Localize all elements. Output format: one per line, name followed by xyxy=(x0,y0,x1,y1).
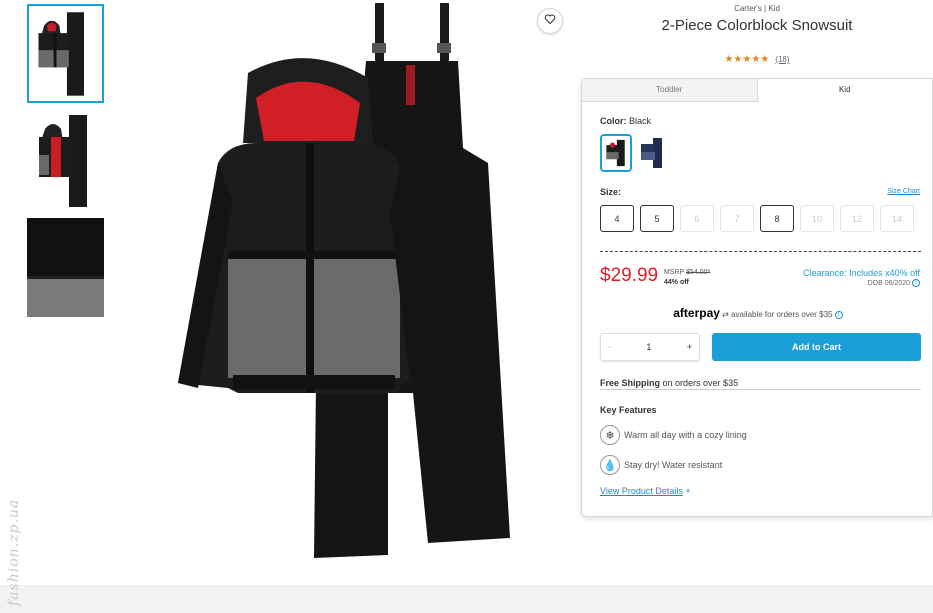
color-swatch-navy[interactable] xyxy=(636,134,668,172)
review-count-link[interactable]: (18) xyxy=(775,55,789,64)
size-option-8[interactable]: 8 xyxy=(760,205,794,232)
watermark: fashion.zp.ua xyxy=(6,498,22,606)
quantity-stepper[interactable]: - 1 + xyxy=(600,333,700,361)
key-features-title: Key Features xyxy=(600,405,657,415)
size-chart-link[interactable]: Size Chart xyxy=(887,188,920,195)
thumbnail-front[interactable] xyxy=(27,4,104,103)
feature-text: Stay dry! Water resistant xyxy=(624,460,723,470)
quantity-increase-button[interactable]: + xyxy=(687,342,692,352)
thumbnail-detail[interactable] xyxy=(27,218,104,317)
page-footer-strip xyxy=(0,585,933,613)
add-to-cart-button[interactable]: Add to Cart xyxy=(712,333,921,361)
info-icon[interactable]: i xyxy=(912,279,920,287)
quantity-value[interactable]: 1 xyxy=(646,342,651,352)
shipping-rest: on orders over $35 xyxy=(662,378,739,388)
thumbnail-list xyxy=(27,4,104,325)
size-option-5[interactable]: 5 xyxy=(640,205,674,232)
feature-item: ❄ Warm all day with a cozy lining xyxy=(600,425,747,445)
purchase-panel: Toddler Kid Color: Black Size: Size Char… xyxy=(581,78,933,517)
afterpay-text: available for orders over $35 xyxy=(731,310,833,319)
heart-icon xyxy=(544,12,556,30)
product-rating[interactable]: ★★★★★ (18) xyxy=(581,54,933,65)
product-brand: Carter's | Kid xyxy=(734,4,780,13)
color-value: Black xyxy=(629,116,652,126)
size-options: 4 5 6 7 8 10 12 14 xyxy=(600,205,914,232)
quantity-decrease-button[interactable]: - xyxy=(608,342,611,352)
msrp-label: MSRP xyxy=(664,269,685,276)
size-range-tabs: Toddler Kid xyxy=(582,79,932,102)
color-label: Color: xyxy=(600,116,627,126)
dob-text: DOB 06/2020 xyxy=(867,279,911,287)
dob-row: DOB 06/2020 i xyxy=(868,279,920,287)
tab-toddler[interactable]: Toddler xyxy=(582,79,758,102)
rating-stars: ★★★★★ xyxy=(724,54,770,65)
plus-icon: + xyxy=(685,486,691,496)
view-details-row[interactable]: View Product Details + xyxy=(600,486,691,496)
product-title: 2-Piece Colorblock Snowsuit xyxy=(661,17,853,34)
feature-text: Warm all day with a cozy lining xyxy=(624,430,747,440)
feature-item: 💧 Stay dry! Water resistant xyxy=(600,455,722,475)
water-drop-icon: 💧 xyxy=(600,455,620,475)
snowflake-icon: ❄ xyxy=(600,425,620,445)
afterpay-info-icon[interactable]: i xyxy=(834,310,843,319)
size-option-14[interactable]: 14 xyxy=(880,205,914,232)
product-main-image[interactable] xyxy=(118,3,568,565)
thumbnail-open[interactable] xyxy=(27,111,104,210)
clearance-text: Clearance: Includes x40% off xyxy=(803,268,920,278)
divider xyxy=(600,251,921,252)
view-product-details-link[interactable]: View Product Details xyxy=(600,486,683,496)
size-label: Size: xyxy=(600,187,622,197)
favorite-button[interactable] xyxy=(537,8,563,34)
sale-price: $29.99 xyxy=(600,265,659,286)
afterpay-row: afterpay ⇄ available for orders over $35… xyxy=(582,306,932,320)
tab-kid[interactable]: Kid xyxy=(757,79,932,102)
page: Carter's | Kid 2-Piece Colorblock Snowsu… xyxy=(0,0,933,585)
size-option-6[interactable]: 6 xyxy=(680,205,714,232)
size-option-12[interactable]: 12 xyxy=(840,205,874,232)
discount-percent: 44% off xyxy=(664,279,689,286)
color-row: Color: Black xyxy=(600,116,651,126)
shipping-info: Free Shipping on orders over $35 xyxy=(600,378,921,390)
size-option-4[interactable]: 4 xyxy=(600,205,634,232)
color-swatch-black[interactable] xyxy=(600,134,632,172)
size-option-10[interactable]: 10 xyxy=(800,205,834,232)
afterpay-logo: afterpay xyxy=(673,306,720,320)
size-option-7[interactable]: 7 xyxy=(720,205,754,232)
msrp-value: $54.00* xyxy=(686,269,711,276)
shipping-bold: Free Shipping xyxy=(600,378,661,388)
msrp-block: MSRP $54.00* 44% off xyxy=(664,268,710,288)
afterpay-arrows-icon: ⇄ xyxy=(722,310,729,319)
